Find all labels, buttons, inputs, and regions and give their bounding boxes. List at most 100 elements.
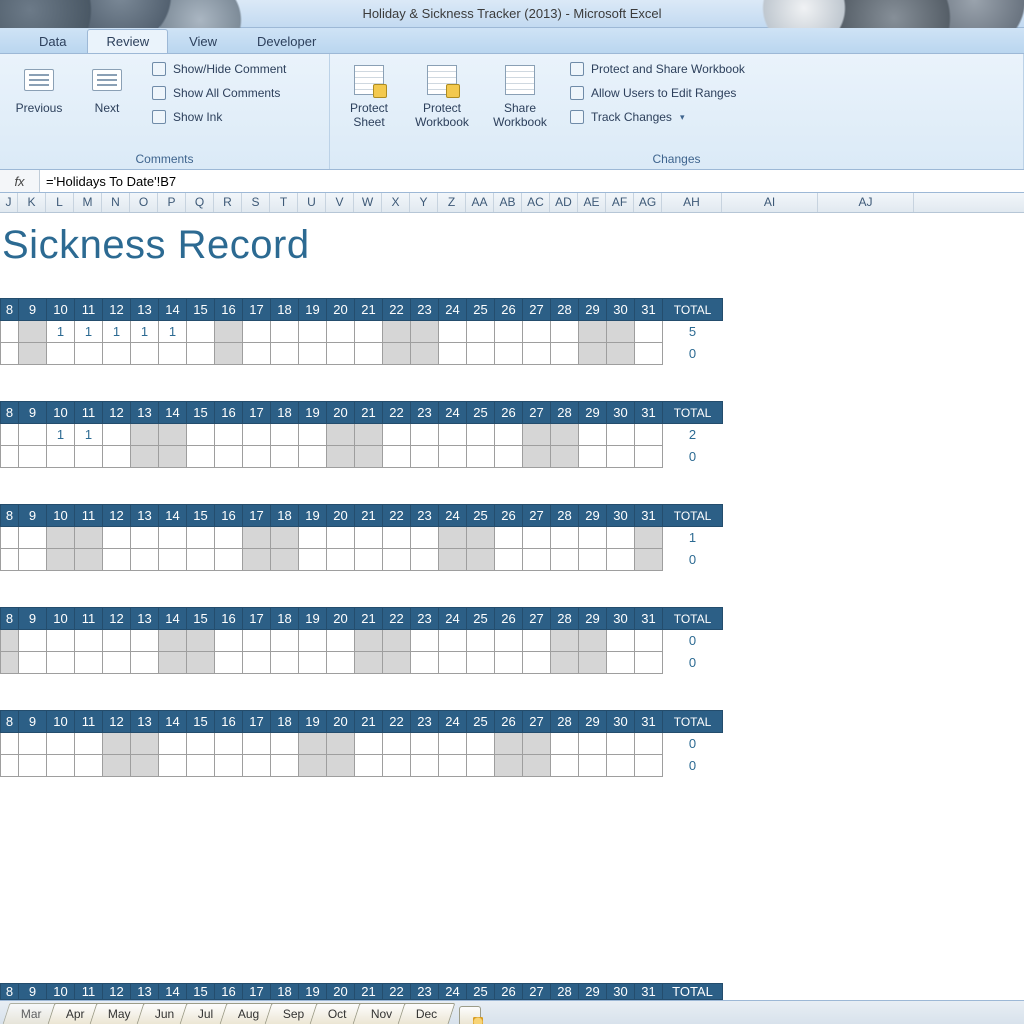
total-cell[interactable]: 0 xyxy=(663,549,723,571)
day-cell[interactable] xyxy=(1,343,19,365)
day-cell[interactable] xyxy=(467,321,495,343)
day-cell[interactable] xyxy=(159,652,187,674)
column-header[interactable]: K xyxy=(18,193,46,212)
day-cell[interactable] xyxy=(103,755,131,777)
day-cell[interactable] xyxy=(523,733,551,755)
day-cell[interactable] xyxy=(607,446,635,468)
day-cell[interactable] xyxy=(47,549,75,571)
show-all-comments-button[interactable]: Show All Comments xyxy=(144,82,293,104)
day-cell[interactable] xyxy=(299,527,327,549)
day-cell[interactable] xyxy=(243,343,271,365)
day-cell[interactable] xyxy=(271,549,299,571)
total-cell[interactable]: 0 xyxy=(663,343,723,365)
day-cell[interactable] xyxy=(131,733,159,755)
day-cell[interactable] xyxy=(243,446,271,468)
track-changes-button[interactable]: Track Changes ▾ xyxy=(562,106,752,128)
day-cell[interactable] xyxy=(19,343,47,365)
day-cell[interactable] xyxy=(131,446,159,468)
column-header[interactable]: AH xyxy=(662,193,722,212)
day-cell[interactable] xyxy=(607,549,635,571)
day-cell[interactable] xyxy=(551,424,579,446)
day-cell[interactable] xyxy=(607,527,635,549)
day-cell[interactable] xyxy=(327,527,355,549)
day-cell[interactable] xyxy=(215,549,243,571)
day-cell[interactable] xyxy=(635,343,663,365)
day-cell[interactable] xyxy=(103,549,131,571)
ribbon-tab-view[interactable]: View xyxy=(170,29,236,53)
day-cell[interactable] xyxy=(299,549,327,571)
day-cell[interactable]: 1 xyxy=(75,321,103,343)
day-cell[interactable] xyxy=(551,755,579,777)
day-cell[interactable] xyxy=(607,321,635,343)
day-cell[interactable] xyxy=(523,343,551,365)
day-cell[interactable] xyxy=(19,527,47,549)
total-cell[interactable]: 1 xyxy=(663,527,723,549)
next-comment-button[interactable]: Next xyxy=(76,58,138,120)
day-cell[interactable] xyxy=(551,733,579,755)
day-cell[interactable] xyxy=(523,630,551,652)
day-cell[interactable] xyxy=(47,733,75,755)
day-cell[interactable] xyxy=(495,755,523,777)
day-cell[interactable] xyxy=(607,733,635,755)
day-cell[interactable] xyxy=(187,446,215,468)
total-cell[interactable]: 5 xyxy=(663,321,723,343)
day-cell[interactable] xyxy=(551,527,579,549)
column-header[interactable]: Q xyxy=(186,193,214,212)
day-cell[interactable] xyxy=(327,652,355,674)
day-cell[interactable] xyxy=(187,755,215,777)
day-cell[interactable] xyxy=(159,527,187,549)
day-cell[interactable] xyxy=(467,630,495,652)
day-cell[interactable] xyxy=(215,733,243,755)
day-cell[interactable] xyxy=(159,343,187,365)
day-cell[interactable] xyxy=(159,733,187,755)
formula-input[interactable] xyxy=(40,170,1024,192)
day-cell[interactable] xyxy=(47,652,75,674)
column-header[interactable]: N xyxy=(102,193,130,212)
day-cell[interactable] xyxy=(1,755,19,777)
day-cell[interactable] xyxy=(523,652,551,674)
day-cell[interactable] xyxy=(47,630,75,652)
column-header[interactable]: J xyxy=(0,193,18,212)
day-cell[interactable] xyxy=(271,446,299,468)
day-cell[interactable] xyxy=(1,446,19,468)
day-cell[interactable] xyxy=(411,652,439,674)
day-cell[interactable] xyxy=(579,630,607,652)
day-cell[interactable]: 1 xyxy=(159,321,187,343)
column-header[interactable]: U xyxy=(298,193,326,212)
day-cell[interactable] xyxy=(467,343,495,365)
day-cell[interactable] xyxy=(635,321,663,343)
total-cell[interactable]: 2 xyxy=(663,424,723,446)
day-cell[interactable] xyxy=(131,549,159,571)
day-cell[interactable]: 1 xyxy=(47,321,75,343)
day-cell[interactable] xyxy=(271,424,299,446)
day-cell[interactable] xyxy=(1,733,19,755)
total-cell[interactable]: 0 xyxy=(663,652,723,674)
ribbon-tab-review[interactable]: Review xyxy=(87,29,168,53)
day-cell[interactable] xyxy=(215,652,243,674)
day-cell[interactable] xyxy=(579,424,607,446)
day-cell[interactable] xyxy=(439,630,467,652)
day-cell[interactable] xyxy=(243,549,271,571)
day-cell[interactable] xyxy=(495,446,523,468)
column-header[interactable]: AF xyxy=(606,193,634,212)
column-header[interactable]: AB xyxy=(494,193,522,212)
day-cell[interactable] xyxy=(187,343,215,365)
day-cell[interactable] xyxy=(439,652,467,674)
day-cell[interactable] xyxy=(635,424,663,446)
day-cell[interactable] xyxy=(523,446,551,468)
day-cell[interactable] xyxy=(439,321,467,343)
day-cell[interactable] xyxy=(635,630,663,652)
day-cell[interactable] xyxy=(579,321,607,343)
day-cell[interactable] xyxy=(327,733,355,755)
day-cell[interactable] xyxy=(159,424,187,446)
day-cell[interactable] xyxy=(131,755,159,777)
day-cell[interactable] xyxy=(383,321,411,343)
day-cell[interactable] xyxy=(271,755,299,777)
day-cell[interactable] xyxy=(495,630,523,652)
column-header[interactable]: AD xyxy=(550,193,578,212)
day-cell[interactable] xyxy=(159,446,187,468)
day-cell[interactable] xyxy=(299,733,327,755)
total-cell[interactable]: 0 xyxy=(663,733,723,755)
day-cell[interactable] xyxy=(383,630,411,652)
day-cell[interactable] xyxy=(635,527,663,549)
